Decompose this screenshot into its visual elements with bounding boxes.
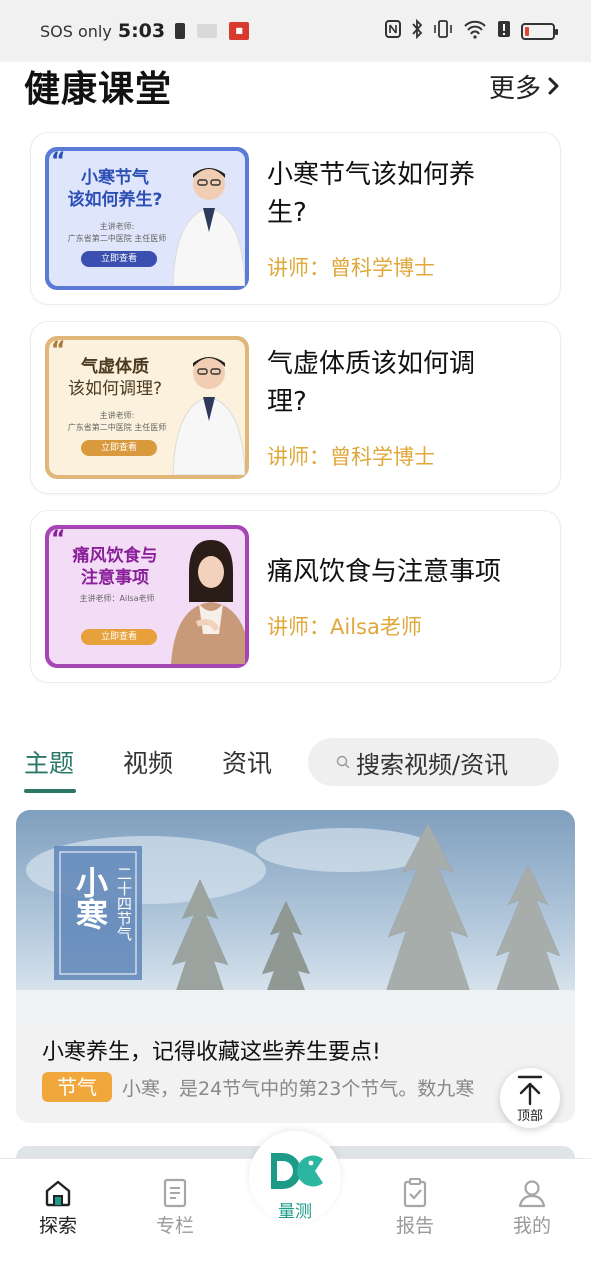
tab-news[interactable]: 资讯 (222, 744, 272, 780)
course-info: 气虚体质该如何调 理? 讲师：曾科学博士 (267, 345, 546, 471)
nav-label: 报告 (395, 1215, 434, 1237)
content-tabs: 主题 视频 资讯 搜索视频/资讯 (0, 736, 591, 793)
search-icon (336, 755, 350, 769)
home-icon (45, 1180, 71, 1207)
bluetooth-icon (411, 18, 423, 43)
search-placeholder: 搜索视频/资讯 (356, 750, 509, 779)
course-title-line: 痛风饮食与注意事项 (267, 556, 502, 587)
course-title-line: 理? (267, 386, 307, 417)
tab-video[interactable]: 视频 (123, 744, 173, 780)
course-card[interactable]: “ 气虚体质 该如何调理? 主讲老师: 广东省第二中医院 主任医师 立即查看 气… (30, 321, 561, 494)
chevron-right-icon (548, 77, 559, 95)
alert-icon (497, 20, 511, 42)
nav-label: 我的 (512, 1215, 551, 1237)
thumb-teacher: 广东省第二中医院 主任医师 (67, 423, 167, 432)
thumb-title: 该如何养生? (67, 190, 163, 210)
course-card[interactable]: “ 小寒节气 该如何养生? 主讲老师: 广东省第二中医院 主任医师 立即查看 小… (30, 132, 561, 305)
course-list: “ 小寒节气 该如何养生? 主讲老师: 广东省第二中医院 主任医师 立即查看 小… (30, 132, 561, 699)
battery-icon (521, 22, 558, 40)
course-lecturer: 讲师：曾科学博士 (267, 255, 435, 280)
news-app-icon: ■ (229, 22, 250, 40)
thumb-title: 该如何调理? (67, 379, 163, 399)
thumb-teacher: 广东省第二中医院 主任医师 (67, 234, 167, 243)
clipboard-check-icon (403, 1178, 427, 1208)
course-thumbnail: “ 气虚体质 该如何调理? 主讲老师: 广东省第二中医院 主任医师 立即查看 (45, 336, 249, 479)
banner-overlay-text: 小寒 (64, 866, 109, 930)
clock: 5:03 (117, 20, 166, 42)
status-right (385, 18, 558, 43)
nav-item-column[interactable]: 专栏 (135, 1177, 215, 1238)
bottom-navigation: 探索 专栏 量测 报告 我的 (0, 1131, 591, 1280)
feature-article-card[interactable]: 小寒 二十四节气 小寒养生，记得收藏这些养生要点! 节气 小寒，是24节气中的第… (16, 810, 575, 1123)
thumb-view-button: 立即查看 (81, 440, 157, 456)
status-bar: SOS only 5:03 ■ (0, 0, 591, 62)
lecturer-portrait (171, 540, 245, 664)
course-info: 痛风饮食与注意事项 讲师：Ailsa老师 (267, 553, 546, 641)
user-icon (518, 1180, 546, 1208)
nav-label: 量测 (278, 1202, 312, 1222)
section-title: 健康课堂 (24, 69, 173, 110)
health-class-header: 健康课堂 更多 (0, 62, 591, 110)
back-to-top-label: 顶部 (516, 1109, 543, 1124)
wifi-icon (463, 19, 487, 43)
course-lecturer: 讲师：Ailsa老师 (267, 614, 422, 639)
more-label: 更多 (488, 73, 541, 104)
nav-item-mine[interactable]: 我的 (492, 1177, 572, 1238)
nav-item-measure[interactable]: 量测 (249, 1131, 341, 1223)
course-title-line: 生? (267, 197, 307, 228)
course-title-line: 小寒节气该如何养 (267, 159, 476, 190)
search-input[interactable]: 搜索视频/资讯 (308, 738, 559, 786)
course-title: 气虚体质该如何调 理? (267, 345, 546, 421)
measure-logo-icon (271, 1153, 323, 1189)
thumb-teacher-label: 主讲老师: (99, 222, 135, 231)
thumb-title: 气虚体质 (81, 357, 149, 377)
nav-item-report[interactable]: 报告 (375, 1177, 455, 1238)
thumb-teacher-label: 主讲老师：Ailsa老师 (79, 594, 155, 603)
nav-label: 专栏 (155, 1215, 194, 1237)
course-title: 痛风饮食与注意事项 (267, 553, 546, 591)
thumb-title: 小寒节气 (81, 168, 149, 188)
course-title-line: 气虚体质该如何调 (267, 348, 476, 379)
nav-label: 探索 (38, 1215, 77, 1237)
course-thumbnail: “ 痛风饮食与 注意事项 主讲老师：Ailsa老师 立即查看 (45, 525, 249, 668)
banner-title-vertical: 小寒 (71, 866, 109, 930)
feature-description: 小寒，是24节气中的第23个节气。数九寒 (122, 1078, 475, 1100)
more-link[interactable]: 更多 (489, 68, 561, 105)
feature-title: 小寒养生，记得收藏这些养生要点! (42, 1040, 381, 1065)
course-card[interactable]: “ 痛风饮食与 注意事项 主讲老师：Ailsa老师 立即查看 痛风饮食与注意事项 (30, 510, 561, 683)
status-left: SOS only 5:03 ■ (40, 20, 250, 42)
course-info: 小寒节气该如何养 生? 讲师：曾科学博士 (267, 156, 546, 282)
thumb-title: 注意事项 (81, 568, 149, 588)
banner-side-title: 二十四节气 (115, 866, 133, 941)
active-tab-indicator (24, 789, 76, 793)
vibrate-icon (433, 19, 453, 43)
app-notification-icon (197, 24, 218, 38)
course-title: 小寒节气该如何养 生? (267, 156, 546, 232)
notification-icon (175, 23, 186, 39)
arrow-up-icon (517, 1075, 543, 1106)
thumb-view-button: 立即查看 (81, 251, 157, 267)
course-thumbnail: “ 小寒节气 该如何养生? 主讲老师: 广东省第二中医院 主任医师 立即查看 (45, 147, 249, 290)
doctor-portrait (172, 357, 245, 475)
thumb-title: 痛风饮食与 (72, 546, 158, 566)
banner-side-text: 二十四节气 (114, 866, 134, 941)
tab-topic[interactable]: 主题 (24, 744, 74, 780)
nfc-icon (385, 20, 401, 42)
doctor-portrait (172, 168, 245, 286)
back-to-top-button[interactable]: 顶部 (500, 1068, 560, 1128)
thumb-view-button: 立即查看 (81, 629, 157, 645)
course-lecturer: 讲师：曾科学博士 (267, 444, 435, 469)
document-icon (163, 1178, 187, 1208)
feature-tag: 节气 (42, 1072, 112, 1102)
carrier-text: SOS only (40, 21, 112, 41)
nav-item-explore[interactable]: 探索 (18, 1177, 98, 1238)
thumb-teacher-label: 主讲老师: (99, 411, 135, 420)
